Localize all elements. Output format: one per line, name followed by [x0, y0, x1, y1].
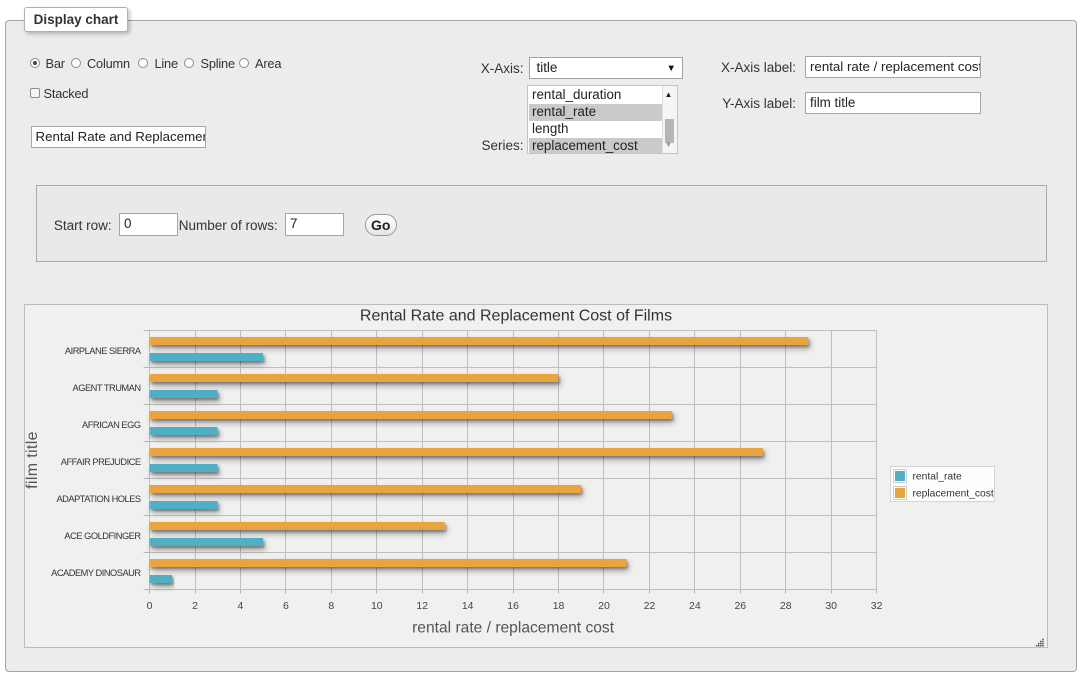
svg-text:8: 8: [328, 600, 334, 612]
svg-text:10: 10: [371, 600, 383, 612]
svg-text:ACE GOLDFINGER: ACE GOLDFINGER: [64, 531, 141, 541]
svg-text:replacement_cost: replacement_cost: [913, 489, 994, 500]
svg-text:18: 18: [553, 600, 565, 612]
svg-text:28: 28: [780, 600, 792, 612]
svg-text:20: 20: [598, 600, 610, 612]
svg-text:rental rate / replacement cost: rental rate / replacement cost: [412, 620, 615, 637]
svg-text:30: 30: [825, 600, 837, 612]
svg-text:22: 22: [644, 600, 656, 612]
svg-text:AIRPLANE SIERRA: AIRPLANE SIERRA: [65, 346, 142, 356]
svg-text:16: 16: [507, 600, 519, 612]
svg-text:AFFAIR PREJUDICE: AFFAIR PREJUDICE: [61, 457, 141, 467]
svg-text:AGENT TRUMAN: AGENT TRUMAN: [73, 383, 141, 393]
svg-text:Rental Rate and Replacement Co: Rental Rate and Replacement Cost of Film…: [360, 308, 672, 325]
svg-text:4: 4: [238, 600, 244, 612]
svg-text:0: 0: [147, 600, 153, 612]
svg-text:ADAPTATION HOLES: ADAPTATION HOLES: [56, 494, 140, 504]
svg-text:26: 26: [734, 600, 746, 612]
svg-text:rental_rate: rental_rate: [913, 472, 963, 483]
svg-text:6: 6: [283, 600, 289, 612]
svg-text:14: 14: [462, 600, 474, 612]
svg-text:AFRICAN EGG: AFRICAN EGG: [82, 420, 141, 430]
svg-text:ACADEMY DINOSAUR: ACADEMY DINOSAUR: [51, 568, 141, 578]
svg-text:film title: film title: [24, 431, 41, 489]
svg-text:2: 2: [192, 600, 198, 612]
svg-text:24: 24: [689, 600, 701, 612]
svg-text:32: 32: [871, 600, 883, 612]
svg-text:12: 12: [416, 600, 428, 612]
